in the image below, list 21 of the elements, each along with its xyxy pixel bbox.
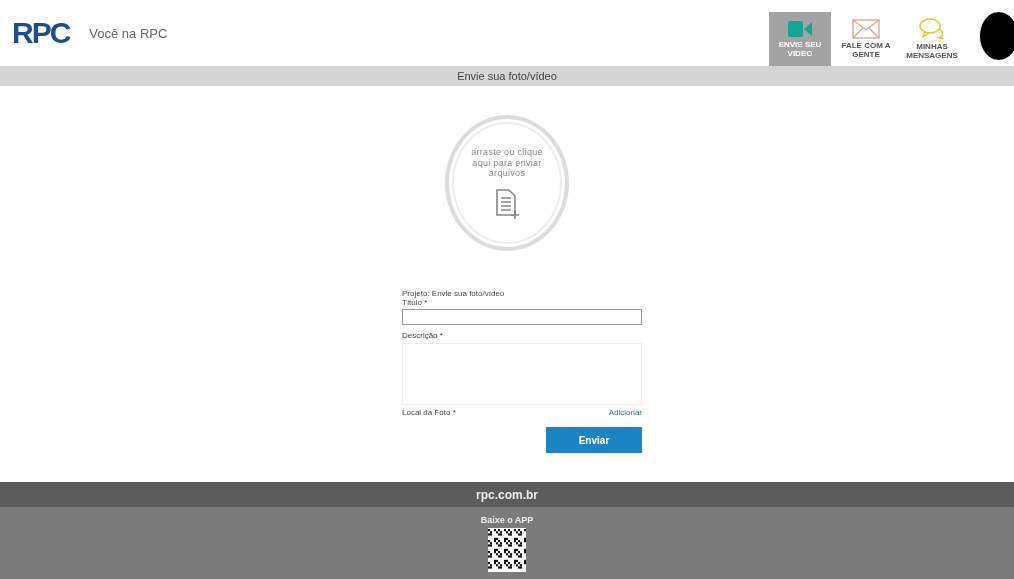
logo[interactable]: RPC xyxy=(12,16,70,50)
speech-bubbles-icon xyxy=(919,17,945,40)
title-label: Título * xyxy=(402,298,429,307)
location-label: Local da Foto * xyxy=(402,408,456,417)
tagline: Você na RPC xyxy=(89,25,168,41)
add-file-icon xyxy=(495,188,519,219)
avatar[interactable] xyxy=(979,12,1014,60)
project-label: Projeto: Envie sua foto/vídeo xyxy=(402,289,506,298)
site-link[interactable]: rpc.com.br xyxy=(476,487,538,502)
add-link[interactable]: Adicionar xyxy=(608,408,642,417)
video-camera-icon xyxy=(788,19,812,38)
submit-button[interactable]: Enviar xyxy=(546,427,642,453)
upload-drop-zone[interactable]: arraste ou clique aqui para enviar arquivos xyxy=(445,115,569,251)
title-input[interactable] xyxy=(402,309,642,325)
qr-code-icon[interactable] xyxy=(488,528,526,572)
description-label: Descrição * xyxy=(402,331,444,340)
app-label: Baixe o APP xyxy=(480,515,534,525)
page-title: Envie sua foto/vídeo xyxy=(457,70,557,82)
envelope-icon xyxy=(852,18,880,39)
nav-item[interactable]: MINHAS MENSAGENS xyxy=(901,12,963,66)
nav-item[interactable]: FALE COM A GENTE xyxy=(835,12,897,66)
